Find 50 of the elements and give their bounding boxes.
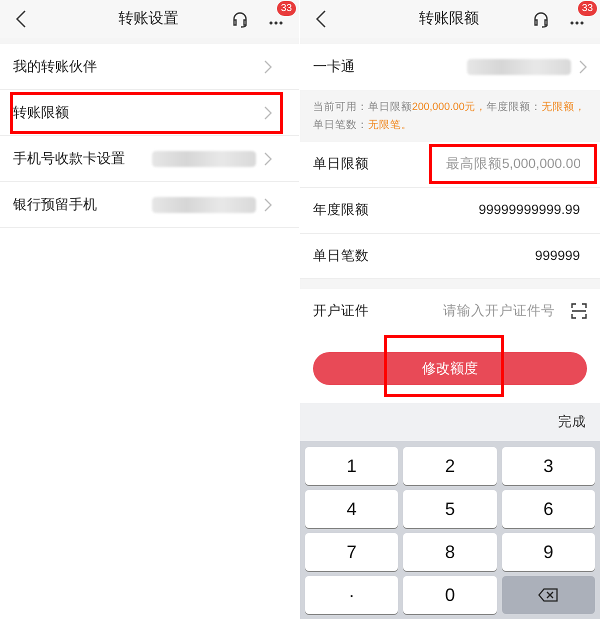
limit-note: 当前可用：单日限额200,000.00元，年度限额：无限额， 单日笔数：无限笔。 [312,100,587,133]
keypad-key[interactable]: 3 [502,447,595,486]
page-title: 转账设置 [118,8,178,29]
field-label: 年度限额 [313,200,369,219]
notification-badge: 33 [276,1,296,16]
id-field-row[interactable]: 开户证件 请输入开户证件号 [300,289,600,334]
row-label: 银行预留手机 [13,195,97,214]
input-text[interactable]: 最高限额5,000,000.00 [446,154,580,174]
scan-icon[interactable] [571,303,587,320]
chevron-right-icon [264,106,272,120]
settings-row[interactable]: 转账限额 [0,90,299,136]
field-label: 单日笔数 [313,246,369,265]
more-icon[interactable] [570,20,584,25]
keypad-key[interactable]: 1 [305,447,398,486]
settings-row[interactable]: 一卡通 [300,44,600,90]
row-label: 手机号收款卡设置 [13,149,125,168]
keypad-key[interactable]: 9 [502,533,595,572]
input-field[interactable]: 最高限额5,000,000.00 [429,144,597,184]
keypad-key[interactable]: 0 [403,576,497,614]
back-icon[interactable] [316,10,326,28]
field-label: 单日限额 [313,155,369,174]
keypad-key[interactable]: 5 [403,490,497,528]
headset-icon[interactable] [532,10,550,28]
submit-button[interactable]: 修改额度 [313,352,587,385]
keypad-key[interactable]: 6 [502,490,595,528]
field-value: 999999 [534,246,580,265]
settings-row[interactable]: 手机号收款卡设置 [0,136,299,182]
field-label: 开户证件 [313,302,369,320]
headset-icon[interactable] [231,10,249,28]
chevron-right-icon [264,60,272,74]
row-label: 转账限额 [13,103,69,122]
done-button[interactable]: 完成 [558,412,586,432]
keypad-key[interactable]: 8 [403,533,497,572]
chevron-right-icon [264,198,272,212]
more-icon[interactable] [269,21,283,25]
field-value: 99999999999.99 [478,200,580,219]
settings-row[interactable]: 银行预留手机 [0,182,299,228]
notification-badge: 33 [578,1,597,16]
row-label: 一卡通 [313,57,355,76]
keypad-key[interactable]: 2 [403,447,497,486]
row-label: 我的转账伙伴 [13,57,97,76]
back-icon[interactable] [16,10,26,28]
delete-key[interactable] [502,576,595,614]
page-title: 转账限额 [419,8,479,29]
keypad-key[interactable]: · [305,576,398,614]
keypad-key[interactable]: 7 [305,533,398,572]
chevron-right-icon [264,152,272,166]
chevron-right-icon [579,60,587,74]
backspace-icon [538,588,558,602]
keypad-key[interactable]: 4 [305,490,398,528]
